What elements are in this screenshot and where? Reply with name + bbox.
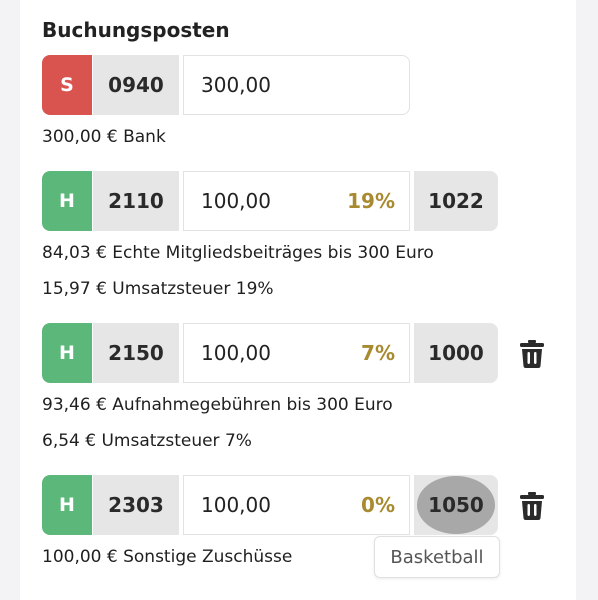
amount-value: 100,00: [201, 493, 271, 517]
side-toggle-soll[interactable]: S: [42, 55, 92, 115]
section-title: Buchungsposten: [42, 18, 230, 42]
booking-line: 6,54 € Umsatzsteuer 7%: [42, 431, 252, 451]
amount-value: 300,00: [201, 73, 271, 97]
account-field[interactable]: 2303: [93, 475, 179, 535]
account-field[interactable]: 2110: [93, 171, 179, 231]
tax-rate: 0%: [361, 493, 395, 517]
account-field[interactable]: 2150: [93, 323, 179, 383]
counter-account-field[interactable]: 1022: [414, 171, 498, 231]
side-toggle-haben[interactable]: H: [42, 475, 92, 535]
amount-field[interactable]: 300,00: [183, 55, 410, 115]
amount-value: 100,00: [201, 189, 271, 213]
counter-account-value: 1022: [428, 189, 484, 213]
counter-account-value: 1000: [428, 341, 484, 365]
amount-field[interactable]: 100,00 19%: [183, 171, 410, 231]
tax-rate: 19%: [347, 189, 395, 213]
trash-icon[interactable]: [517, 491, 547, 521]
booking-line: 93,46 € Aufnahmegebühren bis 300 Euro: [42, 395, 393, 415]
booking-line: 15,97 € Umsatzsteuer 19%: [42, 279, 274, 299]
account-field[interactable]: 0940: [93, 55, 179, 115]
amount-value: 100,00: [201, 341, 271, 365]
booking-line: 300,00 € Bank: [42, 127, 166, 147]
counter-account-tooltip: Basketball: [374, 536, 500, 578]
booking-line: 100,00 € Sonstige Zuschüsse: [42, 547, 293, 567]
side-toggle-haben[interactable]: H: [42, 323, 92, 383]
booking-card: Buchungsposten S 0940 300,00 300,00 € Ba…: [20, 0, 576, 600]
amount-field[interactable]: 100,00 0%: [183, 475, 410, 535]
trash-icon[interactable]: [517, 339, 547, 369]
booking-line: 84,03 € Echte Mitgliedsbeiträges bis 300…: [42, 243, 434, 263]
counter-account-field[interactable]: 1000: [414, 323, 498, 383]
tax-rate: 7%: [361, 341, 395, 365]
counter-account-value: 1050: [428, 493, 484, 517]
counter-account-field[interactable]: 1050: [414, 475, 498, 535]
amount-field[interactable]: 100,00 7%: [183, 323, 410, 383]
side-toggle-haben[interactable]: H: [42, 171, 92, 231]
